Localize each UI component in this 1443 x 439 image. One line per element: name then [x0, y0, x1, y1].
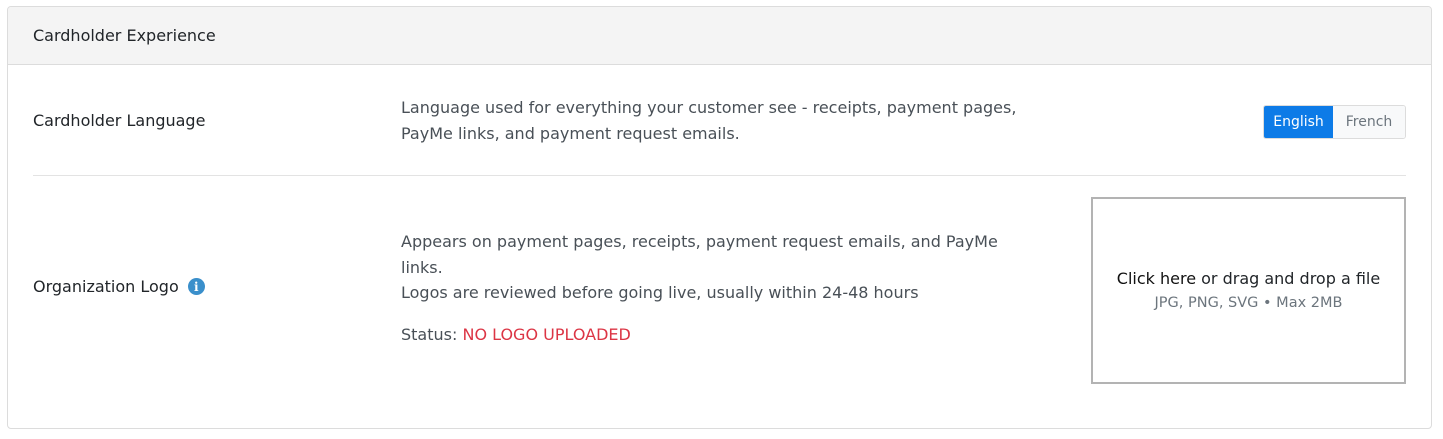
status-value: NO LOGO UPLOADED	[462, 324, 631, 344]
cardholder-experience-card: Cardholder Experience Cardholder Languag…	[7, 6, 1432, 429]
dropzone-file-hint: JPG, PNG, SVG • Max 2MB	[1154, 294, 1343, 311]
organization-logo-label: Organization Logo i	[33, 277, 205, 296]
organization-logo-row: Organization Logo i Appears on payment p…	[33, 177, 1406, 428]
logo-status: Status: NO LOGO UPLOADED	[401, 322, 1041, 348]
language-option-english[interactable]: English	[1264, 106, 1333, 138]
language-toggle: English French	[1263, 105, 1406, 139]
cardholder-language-description: Language used for everything your custom…	[401, 98, 1017, 143]
cardholder-language-label-text: Cardholder Language	[33, 111, 206, 130]
card-header: Cardholder Experience	[8, 7, 1431, 65]
logo-description-line1: Appears on payment pages, receipts, paym…	[401, 232, 998, 277]
logo-description-line2: Logos are reviewed before going live, us…	[401, 283, 919, 302]
language-option-french[interactable]: French	[1333, 106, 1405, 138]
dropzone-main-text: Click here or drag and drop a file	[1117, 266, 1380, 291]
organization-logo-description: Appears on payment pages, receipts, paym…	[401, 229, 1041, 347]
info-icon[interactable]: i	[187, 278, 205, 295]
logo-upload-dropzone[interactable]: Click here or drag and drop a file JPG, …	[1091, 197, 1406, 384]
status-label: Status:	[401, 324, 458, 344]
dropzone-click-here[interactable]: Click here	[1117, 269, 1196, 288]
dropzone-drop-text: or drag and drop a file	[1201, 268, 1381, 288]
cardholder-language-label: Cardholder Language	[33, 111, 205, 130]
cardholder-language-row: Cardholder Language Language used for ev…	[33, 65, 1406, 176]
card-title: Cardholder Experience	[33, 26, 216, 45]
organization-logo-label-text: Organization Logo	[33, 277, 179, 296]
